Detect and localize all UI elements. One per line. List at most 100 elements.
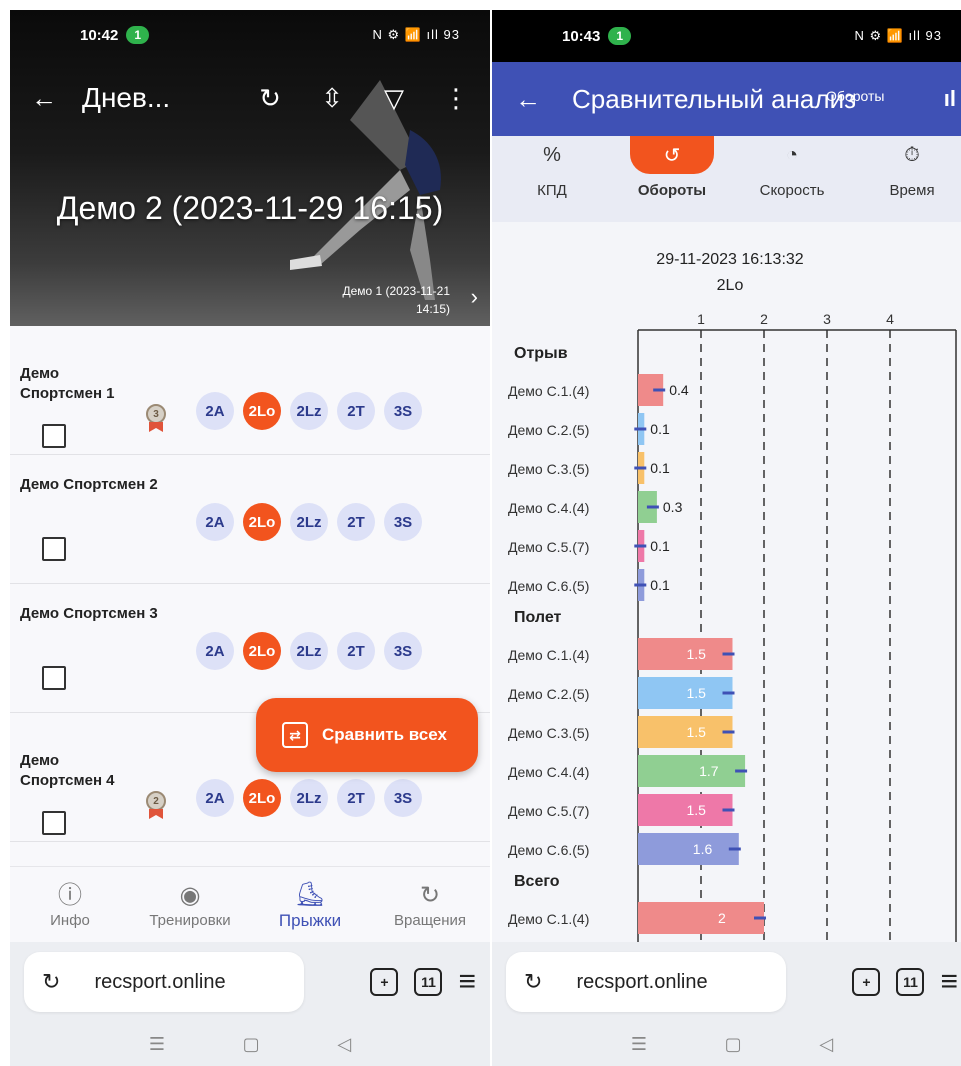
filter-icon[interactable]: ▽ — [374, 78, 414, 118]
home-icon[interactable]: ▢ — [725, 1034, 742, 1055]
compare-all-button[interactable]: ⇄ Сравнить всех — [256, 698, 478, 772]
page-title: Сравнительный анализ — [572, 83, 857, 114]
home-icon[interactable]: ▢ — [243, 1034, 260, 1055]
metric-tab[interactable]: ⏱ Время — [852, 136, 961, 222]
menu-icon[interactable]: ≡ — [458, 965, 476, 999]
jump-chip[interactable]: 2Lo — [243, 779, 281, 817]
page-title: Днев... — [82, 82, 171, 113]
left-phone-screen: 10:42 1 N ⚙ 📶 ıll 93 ← Днев... ↻ ⇳ ▽ ⋮ Д… — [10, 10, 490, 1066]
reload-icon[interactable]: ↻ — [524, 969, 542, 995]
tabs-count-button[interactable]: 11 — [896, 968, 925, 996]
comparison-chart: 29-11-2023 16:13:32 2Lo 1 2 3 4 Отрыв Демо С.1.… — [508, 251, 957, 942]
athlete-checkbox[interactable] — [42, 537, 66, 561]
refresh-icon[interactable]: ↻ — [250, 78, 290, 118]
nav-item[interactable]: ⛸ Прыжки — [250, 867, 370, 942]
bar-chart-icon[interactable]: ıl — [944, 86, 956, 112]
recents-icon[interactable]: ☰ — [631, 1034, 647, 1055]
bar — [638, 716, 733, 748]
athlete-checkbox[interactable] — [42, 424, 66, 448]
jump-chip[interactable]: 2T — [337, 503, 375, 541]
bar-category-label: Демо С.6.(5) — [508, 578, 589, 594]
nav-label: Вращения — [394, 912, 466, 929]
left-appbar: ← Днев... ↻ ⇳ ▽ ⋮ — [10, 70, 490, 126]
status-bar: 10:43 1 N ⚙ 📶 ıll 93 — [492, 10, 961, 62]
jump-chip[interactable]: 3S — [384, 503, 422, 541]
back-arrow-icon[interactable]: ← — [508, 79, 548, 119]
bar-value-label: 0.4 — [669, 382, 689, 398]
jump-chip[interactable]: 2A — [196, 632, 234, 670]
menu-icon[interactable]: ≡ — [940, 965, 958, 999]
bar-value-label: 0.1 — [650, 460, 670, 476]
group-label: Отрыв — [514, 345, 568, 362]
reload-icon[interactable]: ↻ — [42, 969, 60, 995]
more-vert-icon[interactable]: ⋮ — [436, 78, 476, 118]
jump-chip[interactable]: 2Lz — [290, 632, 328, 670]
bar-category-label: Демо С.3.(5) — [508, 725, 589, 741]
nav-item[interactable]: ↻ Вращения — [370, 867, 490, 942]
bar-category-label: Демо С.2.(5) — [508, 422, 589, 438]
metric-tab-label: Скорость — [759, 182, 825, 199]
metric-tab[interactable]: % КПД — [492, 136, 612, 222]
bar-category-label: Демо С.2.(5) — [508, 686, 589, 702]
metric-tab-label: КПД — [537, 182, 567, 199]
metric-tab-icon: % — [543, 143, 561, 166]
nav-item[interactable]: ◉ Тренировки — [130, 867, 250, 942]
new-tab-icon[interactable]: + — [852, 968, 881, 996]
system-nav: ☰ ▢ ◁ — [10, 1022, 490, 1066]
chart-area: 29-11-2023 16:13:32 2Lo 1 2 3 4 Отрыв Демо С.1.… — [492, 222, 961, 942]
group-label: Полет — [514, 609, 562, 626]
athlete-checkbox[interactable] — [42, 811, 66, 835]
nav-item[interactable]: ⓘ Инфо — [10, 867, 130, 942]
compare-all-label: Сравнить всех — [322, 725, 447, 744]
jump-chip[interactable]: 3S — [384, 632, 422, 670]
nav-label: Прыжки — [278, 910, 342, 930]
jump-chip[interactable]: 2Lo — [243, 392, 281, 430]
bar-category-label: Демо С.5.(7) — [508, 803, 589, 819]
x-tick-label: 3 — [823, 311, 831, 327]
recents-icon[interactable]: ☰ — [149, 1034, 165, 1055]
chart-title: 29-11-2023 16:13:32 — [656, 251, 803, 268]
bar-category-label: Демо С.3.(5) — [508, 461, 589, 477]
sort-icon[interactable]: ⇳ — [312, 78, 352, 118]
jump-chip[interactable]: 2Lo — [243, 503, 281, 541]
athlete-name: Демо Спортсмен 2 — [20, 476, 158, 493]
metric-tab[interactable]: ↺ Обороты — [612, 136, 732, 222]
jump-chip[interactable]: 2A — [196, 392, 234, 430]
jump-chip[interactable]: 3S — [384, 779, 422, 817]
jump-chip[interactable]: 2A — [196, 503, 234, 541]
jump-chip[interactable]: 2T — [337, 392, 375, 430]
url-box[interactable]: ↻ recsport.online — [506, 952, 786, 1012]
jump-chip[interactable]: 2A — [196, 779, 234, 817]
x-tick-label: 1 — [697, 311, 705, 327]
new-tab-icon[interactable]: + — [370, 968, 399, 996]
tabs-count-button[interactable]: 11 — [414, 968, 443, 996]
url-box[interactable]: ↻ recsport.online — [24, 952, 304, 1012]
metric-tab-icon: ↺ — [630, 136, 714, 174]
jump-chip[interactable]: 2Lz — [290, 779, 328, 817]
jump-chip[interactable]: 2Lz — [290, 503, 328, 541]
jump-chip[interactable]: 2T — [337, 779, 375, 817]
athlete-checkbox[interactable] — [42, 666, 66, 690]
jump-chips: 2A 2Lo 2Lz 2T 3S — [196, 779, 422, 817]
jump-chip[interactable]: 2T — [337, 632, 375, 670]
back-arrow-icon[interactable]: ← — [24, 78, 64, 118]
bar-value-label: 1.5 — [687, 724, 707, 740]
status-time: 10:43 — [562, 27, 601, 45]
status-icons: N ⚙ 📶 ıll 93 — [854, 28, 942, 43]
status-pill: 1 — [608, 27, 632, 45]
system-nav: ☰ ▢ ◁ — [492, 1022, 961, 1066]
right-phone-screen: 10:43 1 N ⚙ 📶 ıll 93 ← Сравнительный ана… — [492, 10, 961, 1066]
next-session-link[interactable]: Демо 1 (2023-11-21 14:15) — [310, 282, 450, 318]
metric-tab[interactable]: ◔ Скорость — [732, 136, 852, 222]
chevron-right-icon[interactable]: › — [471, 284, 478, 310]
jump-chip[interactable]: 2Lo — [243, 632, 281, 670]
bar-category-label: Демо С.1.(4) — [508, 911, 589, 927]
status-bar: 10:42 1 N ⚙ 📶 ıll 93 — [10, 10, 490, 60]
url-text: recsport.online — [94, 970, 226, 993]
back-icon[interactable]: ◁ — [819, 1034, 833, 1055]
session-hero: 10:42 1 N ⚙ 📶 ıll 93 ← Днев... ↻ ⇳ ▽ ⋮ Д… — [10, 10, 490, 326]
jump-chip[interactable]: 2Lz — [290, 392, 328, 430]
back-icon[interactable]: ◁ — [337, 1034, 351, 1055]
athlete-name: Демо Спортсмен 1 — [20, 365, 115, 402]
jump-chip[interactable]: 3S — [384, 392, 422, 430]
